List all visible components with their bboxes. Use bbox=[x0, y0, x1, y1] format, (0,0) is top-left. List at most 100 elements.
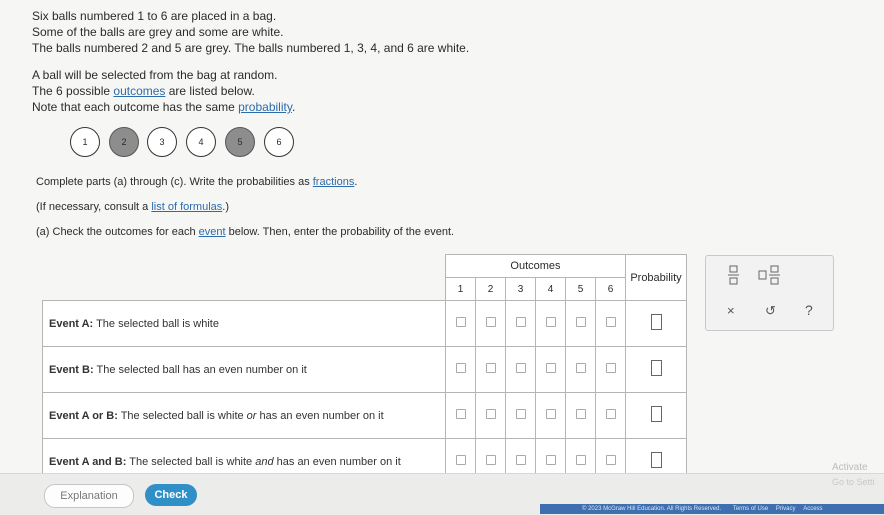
probability-link[interactable]: probability bbox=[238, 100, 292, 114]
outcome-number-1: 1 bbox=[445, 277, 476, 301]
event-a-and-b-outcome-4-checkbox[interactable] bbox=[545, 455, 556, 465]
outcomes-table: Outcomes Probability 1 2 3 4 5 6 Event A… bbox=[42, 254, 687, 485]
parts-pre: Complete parts (a) through (c). Write th… bbox=[36, 176, 313, 188]
event-a-and-b-outcome-6-checkbox[interactable] bbox=[605, 455, 616, 465]
part-a-post: below. Then, enter the probability of th… bbox=[225, 226, 455, 238]
event-a-or-b-outcome-5-checkbox[interactable] bbox=[575, 409, 586, 419]
event-desc: The selected ball has an even number on … bbox=[93, 363, 307, 376]
outcome-number-5: 5 bbox=[565, 277, 596, 301]
check-button[interactable]: Check bbox=[145, 484, 197, 506]
outcome-number-2: 2 bbox=[475, 277, 506, 301]
part-a-pre: (a) Check the outcomes for each bbox=[36, 226, 199, 238]
fractions-link[interactable]: fractions bbox=[313, 176, 355, 188]
help-icon[interactable]: ? bbox=[805, 302, 813, 318]
event-desc-emphasis: or bbox=[246, 409, 257, 422]
undo-icon[interactable]: ↺ bbox=[765, 303, 776, 319]
ball-1: 1 bbox=[70, 127, 100, 157]
table-row: Event A or B: The selected ball is white… bbox=[42, 392, 687, 439]
instructions-part-a: (a) Check the outcomes for each event be… bbox=[36, 226, 454, 238]
event-a-outcome-5-checkbox[interactable] bbox=[575, 317, 586, 327]
math-tool-panel: × ↺ ? bbox=[705, 255, 834, 331]
outcome-number-4: 4 bbox=[535, 277, 566, 301]
event-a-or-b-outcome-4-checkbox[interactable] bbox=[545, 409, 556, 419]
event-name: Event B: bbox=[49, 363, 94, 376]
event-desc-end: has an even number on it bbox=[256, 409, 384, 422]
event-a-or-b-outcome-2-checkbox[interactable] bbox=[485, 409, 496, 419]
event-b-outcome-4-checkbox[interactable] bbox=[545, 363, 556, 373]
event-b-probability-input[interactable] bbox=[650, 360, 662, 376]
ball-label: 5 bbox=[237, 137, 243, 147]
intro-line-2: Some of the balls are grey and some are … bbox=[32, 25, 284, 39]
outcome-number-3: 3 bbox=[505, 277, 536, 301]
event-b-outcome-3-checkbox[interactable] bbox=[515, 363, 526, 373]
settings-watermark: Go to Setti bbox=[832, 477, 875, 487]
outcomes-header: Outcomes bbox=[445, 254, 626, 278]
event-a-or-b-probability-input[interactable] bbox=[650, 406, 662, 422]
ball-label: 1 bbox=[82, 137, 88, 147]
event-a-or-b-label: Event A or B: The selected ball is white… bbox=[42, 392, 446, 439]
footer-bar: © 2023 McGraw Hill Education. All Rights… bbox=[540, 504, 884, 514]
event-desc: The selected ball is white bbox=[117, 409, 247, 422]
event-desc-end: has an even number on it bbox=[273, 455, 401, 468]
event-a-and-b-outcome-3-checkbox[interactable] bbox=[515, 455, 526, 465]
event-a-and-b-outcome-5-checkbox[interactable] bbox=[575, 455, 586, 465]
event-a-or-b-outcome-3-checkbox[interactable] bbox=[515, 409, 526, 419]
random-selection-text: A ball will be selected from the bag at … bbox=[32, 67, 295, 115]
event-desc: The selected ball is white bbox=[93, 317, 219, 330]
terms-link[interactable]: Terms of Use bbox=[733, 506, 768, 512]
event-name: Event A: bbox=[49, 317, 94, 330]
event-b-outcome-5-checkbox[interactable] bbox=[575, 363, 586, 373]
activate-watermark: Activate bbox=[832, 462, 868, 473]
ball-2: 2 bbox=[109, 127, 139, 157]
table-row: Event B: The selected ball has an even n… bbox=[42, 346, 687, 393]
ball-3: 3 bbox=[147, 127, 177, 157]
ball-4: 4 bbox=[186, 127, 216, 157]
table-corner bbox=[43, 255, 446, 301]
event-name: Event A or B: bbox=[49, 409, 118, 422]
copyright-text: © 2023 McGraw Hill Education. All Rights… bbox=[582, 506, 722, 512]
explanation-button[interactable]: Explanation bbox=[44, 484, 134, 508]
probability-header: Probability bbox=[625, 254, 687, 301]
event-link[interactable]: event bbox=[199, 226, 226, 238]
ball-label: 3 bbox=[159, 137, 165, 147]
privacy-link[interactable]: Privacy bbox=[776, 506, 796, 512]
ball-label: 2 bbox=[121, 137, 127, 147]
event-a-and-b-probability-input[interactable] bbox=[650, 452, 662, 468]
event-a-or-b-outcome-6-checkbox[interactable] bbox=[605, 409, 616, 419]
random-line-2-post: are listed below. bbox=[165, 84, 255, 98]
fraction-icon[interactable] bbox=[728, 265, 740, 285]
ball-6: 6 bbox=[264, 127, 294, 157]
event-a-or-b-outcome-1-checkbox[interactable] bbox=[455, 409, 466, 419]
ball-label: 4 bbox=[198, 137, 204, 147]
instructions-parts: Complete parts (a) through (c). Write th… bbox=[36, 176, 357, 188]
event-a-and-b-outcome-1-checkbox[interactable] bbox=[455, 455, 466, 465]
consult-post: .) bbox=[222, 201, 230, 213]
event-b-outcome-1-checkbox[interactable] bbox=[455, 363, 466, 373]
event-name: Event A and B: bbox=[49, 455, 127, 468]
event-a-outcome-1-checkbox[interactable] bbox=[455, 317, 466, 327]
random-line-3-pre: Note that each outcome has the same bbox=[32, 100, 239, 114]
random-line-2: The 6 possible outcomes are listed below… bbox=[32, 83, 295, 99]
intro-line-1: Six balls numbered 1 to 6 are placed in … bbox=[32, 9, 277, 23]
event-desc-emphasis: and bbox=[255, 455, 274, 468]
event-desc: The selected ball is white bbox=[126, 455, 256, 468]
event-a-outcome-2-checkbox[interactable] bbox=[485, 317, 496, 327]
mixed-number-icon[interactable] bbox=[758, 265, 782, 285]
consult-pre: (If necessary, consult a bbox=[36, 201, 152, 213]
event-b-outcome-2-checkbox[interactable] bbox=[485, 363, 496, 373]
event-a-and-b-outcome-2-checkbox[interactable] bbox=[485, 455, 496, 465]
problem-intro: Six balls numbered 1 to 6 are placed in … bbox=[32, 8, 469, 56]
instructions-consult: (If necessary, consult a list of formula… bbox=[36, 201, 229, 213]
random-line-3-post: . bbox=[291, 100, 296, 114]
formulas-link[interactable]: list of formulas bbox=[151, 201, 222, 213]
event-a-outcome-6-checkbox[interactable] bbox=[605, 317, 616, 327]
event-a-probability-input[interactable] bbox=[650, 314, 662, 330]
intro-line-3: The balls numbered 2 and 5 are grey. The… bbox=[32, 41, 470, 55]
event-b-outcome-6-checkbox[interactable] bbox=[605, 363, 616, 373]
accessibility-link[interactable]: Access bbox=[803, 506, 822, 512]
event-a-outcome-4-checkbox[interactable] bbox=[545, 317, 556, 327]
parts-post: . bbox=[354, 176, 358, 188]
outcomes-link[interactable]: outcomes bbox=[113, 84, 165, 98]
event-a-outcome-3-checkbox[interactable] bbox=[515, 317, 526, 327]
clear-icon[interactable]: × bbox=[727, 303, 735, 318]
